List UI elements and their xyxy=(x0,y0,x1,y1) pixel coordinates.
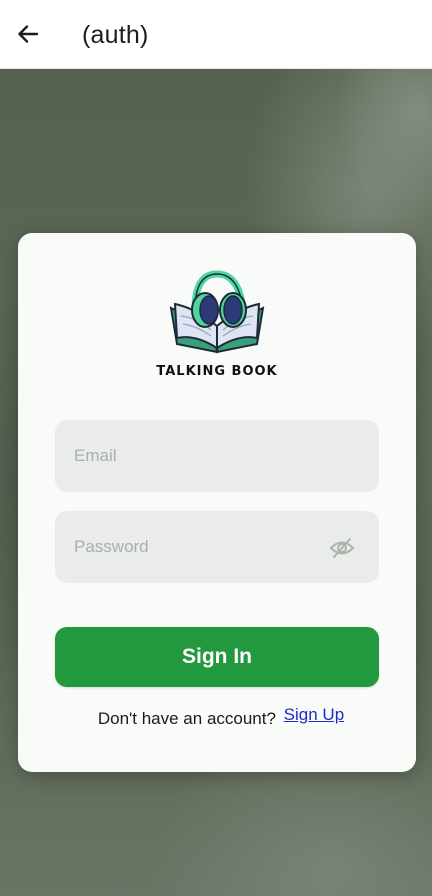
eye-slash-icon xyxy=(329,538,355,558)
book-headphones-icon xyxy=(169,270,265,354)
sign-in-button[interactable]: Sign In xyxy=(55,627,379,687)
sign-up-link[interactable]: Sign Up xyxy=(284,705,344,724)
arrow-left-icon xyxy=(18,25,39,43)
password-visibility-toggle[interactable] xyxy=(329,537,355,559)
password-field[interactable] xyxy=(55,511,379,583)
back-button[interactable] xyxy=(14,20,42,48)
logo-wordmark: TALKING BOOK xyxy=(156,364,278,379)
email-field[interactable] xyxy=(55,420,379,492)
signup-row: Don't have an account? Sign Up xyxy=(0,705,432,729)
app-bar: (auth) xyxy=(0,0,432,69)
email-input[interactable] xyxy=(55,420,379,492)
page-title: (auth) xyxy=(82,21,149,49)
signup-prompt: Don't have an account? xyxy=(97,709,276,728)
